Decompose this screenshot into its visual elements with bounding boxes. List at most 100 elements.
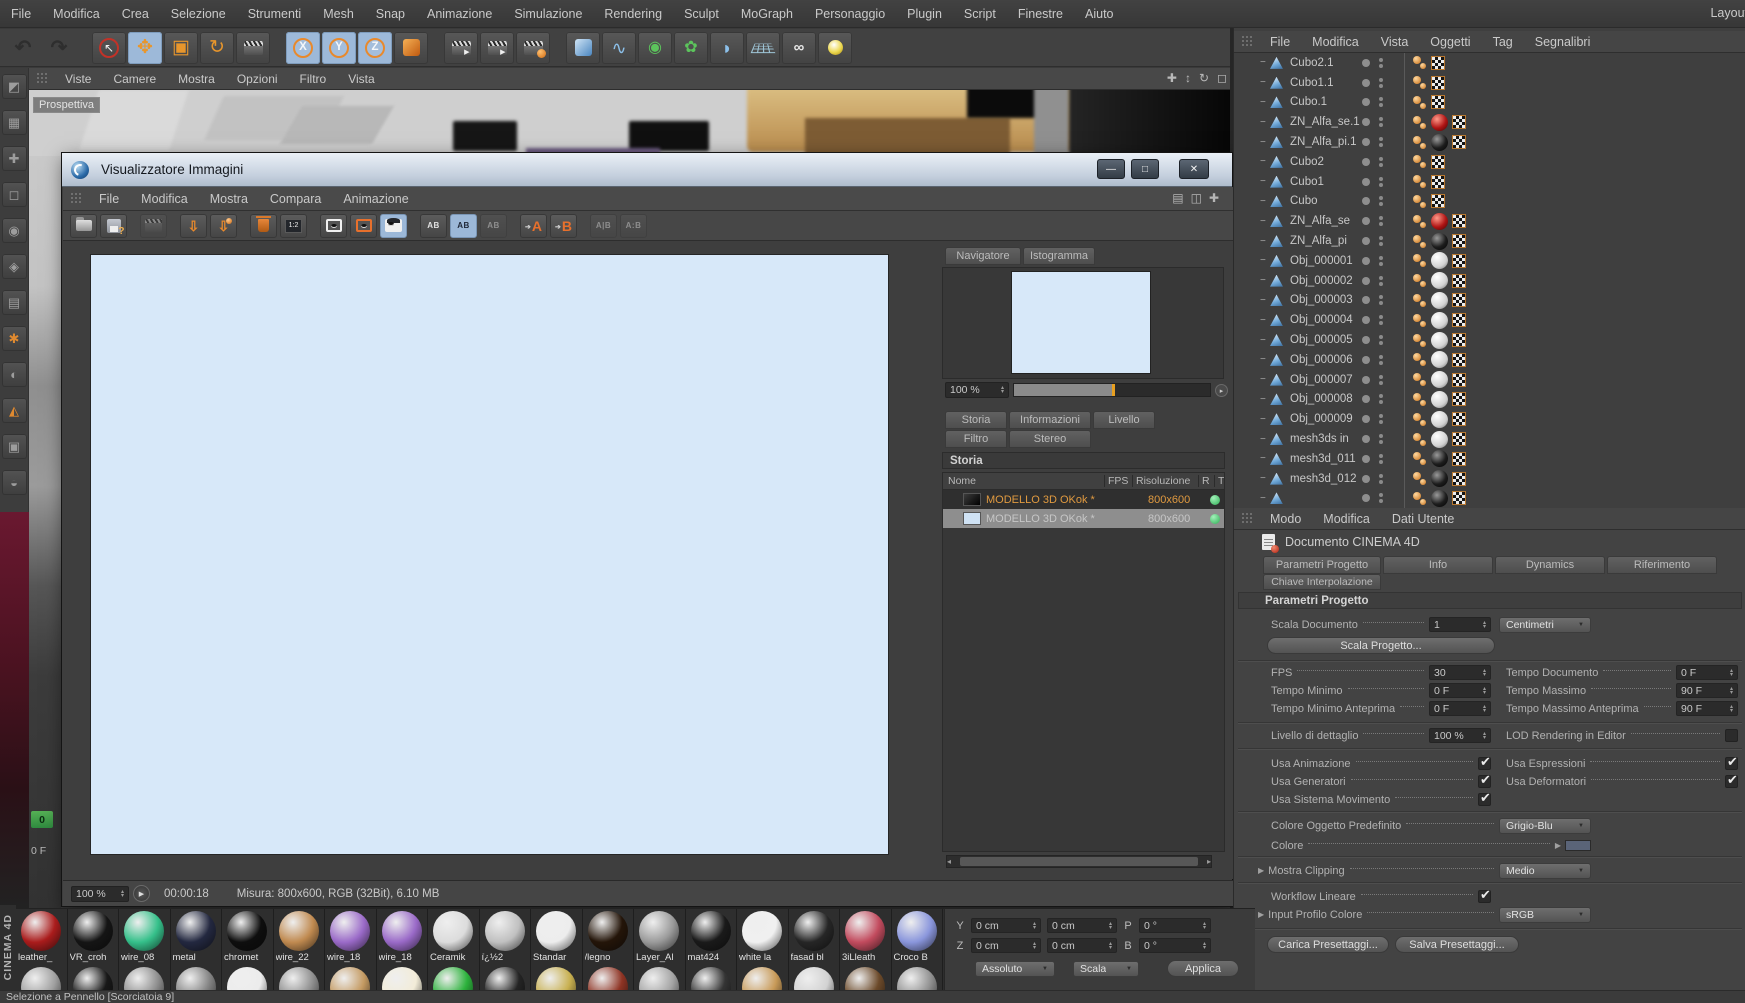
visibility-dots[interactable] <box>1362 434 1402 444</box>
material-tag-icon[interactable] <box>1431 291 1448 309</box>
expand-icon[interactable]: − <box>1260 434 1270 445</box>
expand-icon[interactable]: − <box>1260 473 1270 484</box>
phong-tag-icon[interactable] <box>1413 471 1427 486</box>
visibility-dots[interactable] <box>1362 355 1402 365</box>
material-tag-icon[interactable] <box>1431 470 1448 488</box>
expand-icon[interactable]: − <box>1260 493 1270 504</box>
link-ab-icon[interactable]: A:B <box>620 213 647 238</box>
menu-item[interactable]: Snap <box>365 7 416 21</box>
material-tag-icon[interactable] <box>1431 410 1448 428</box>
applica-button[interactable]: Applica <box>1167 960 1239 977</box>
play-button[interactable] <box>133 885 150 902</box>
history-row[interactable]: MODELLO 3D OKok * 800x600 <box>943 490 1224 509</box>
object-row[interactable]: − Obj_000007 <box>1234 369 1745 390</box>
uvw-tag-icon[interactable] <box>1452 392 1466 407</box>
menu-item[interactable]: MoGraph <box>730 7 804 21</box>
set-image-b-icon[interactable]: B <box>550 213 577 238</box>
object-row[interactable]: − Obj_000008 <box>1234 389 1745 410</box>
subdivision-surface-icon[interactable]: ◉ <box>638 31 672 64</box>
expand-icon[interactable]: − <box>1260 315 1270 326</box>
visibility-dots[interactable] <box>1362 295 1402 305</box>
material-swatch[interactable] <box>737 965 789 990</box>
phong-tag-icon[interactable] <box>1413 135 1427 150</box>
history-scrollbar[interactable]: ◂ ▸ <box>946 855 1212 868</box>
scale-mode-dropdown[interactable]: Scala <box>1073 960 1139 977</box>
material-swatch[interactable]: chromet <box>222 909 274 965</box>
delete-image-icon[interactable] <box>250 213 277 238</box>
show-image-b-icon[interactable] <box>350 213 377 238</box>
menu-item[interactable]: Finestre <box>1007 7 1074 21</box>
material-tag-icon[interactable] <box>1431 311 1448 329</box>
panel-tool-icon[interactable]: ▣ <box>1 434 27 459</box>
material-tag-icon[interactable] <box>1431 450 1448 468</box>
visibility-dots[interactable] <box>1362 58 1402 68</box>
phong-tag-icon[interactable] <box>1413 451 1427 466</box>
uvw-tag-icon[interactable] <box>1452 333 1466 348</box>
disclosure-icon[interactable]: ▶ <box>1258 866 1264 875</box>
material-swatch[interactable]: 3iLleath <box>840 909 892 965</box>
material-swatch[interactable] <box>16 965 68 990</box>
pos-z-field[interactable]: 0 cm <box>971 938 1041 953</box>
tab-riferimento[interactable]: Riferimento <box>1607 556 1717 574</box>
uvw-tag-icon[interactable] <box>1431 154 1445 169</box>
split-layout-icon[interactable]: ◫ <box>1191 191 1202 205</box>
expand-icon[interactable]: − <box>1260 453 1270 464</box>
material-swatch[interactable] <box>892 965 943 990</box>
usa-animazione-checkbox[interactable] <box>1478 754 1491 770</box>
expand-icon[interactable]: − <box>1260 414 1270 425</box>
visibility-dots[interactable] <box>1362 196 1402 206</box>
visibility-dots[interactable] <box>1362 335 1402 345</box>
viewport-menu-item[interactable]: Mostra <box>167 72 226 86</box>
uvw-tag-icon[interactable] <box>1452 214 1466 229</box>
image-zoom-field[interactable]: 100 % <box>71 885 129 902</box>
expand-icon[interactable]: − <box>1260 394 1270 405</box>
object-row[interactable]: − Cubo2.1 <box>1234 53 1745 73</box>
expand-icon[interactable]: − <box>1260 335 1270 346</box>
uvw-tag-icon[interactable] <box>1452 115 1466 130</box>
object-row[interactable]: − Cubo1 <box>1234 171 1745 192</box>
object-manager-menu-item[interactable]: Oggetti <box>1419 35 1481 49</box>
object-row[interactable]: − Cubo.1 <box>1234 92 1745 113</box>
material-swatch[interactable]: Layer_Al <box>634 909 686 965</box>
material-swatch[interactable]: VR_croh <box>68 909 119 965</box>
pan-tool-icon[interactable]: ✚ <box>1 146 27 171</box>
show-image-ab-icon[interactable] <box>380 213 407 238</box>
mograph-icon[interactable]: ✿ <box>674 31 708 64</box>
navigator-zoom-slider[interactable] <box>1013 383 1211 397</box>
material-tag-icon[interactable] <box>1431 272 1448 290</box>
colore-oggetto-dropdown[interactable]: Grigio-Blu <box>1499 817 1591 834</box>
tab-info[interactable]: Info <box>1383 556 1493 574</box>
compare-overlay-icon[interactable]: AB <box>480 213 507 238</box>
phong-tag-icon[interactable] <box>1413 293 1427 308</box>
menu-item[interactable]: Selezione <box>160 7 237 21</box>
tab-livello[interactable]: Livello <box>1093 411 1155 429</box>
menu-item[interactable]: Plugin <box>896 7 953 21</box>
phong-tag-icon[interactable] <box>1413 333 1427 348</box>
move-tool-icon[interactable]: ✥ <box>128 31 162 64</box>
shade-tool-icon[interactable]: ◐ <box>1 362 27 387</box>
uvw-tag-icon[interactable] <box>1452 253 1466 268</box>
color-swatch[interactable] <box>1565 840 1591 851</box>
viewport-menu-item[interactable]: Vista <box>337 72 385 86</box>
scale-tool-icon[interactable]: ▣ <box>164 31 198 64</box>
material-swatch[interactable] <box>68 965 119 990</box>
material-swatch[interactable]: Ceramik <box>428 909 480 965</box>
uvw-tag-icon[interactable] <box>1452 352 1466 367</box>
tab-storia[interactable]: Storia <box>945 411 1007 429</box>
lock-y-axis-icon[interactable]: Y <box>322 31 356 64</box>
rotate-view-icon[interactable]: ↻ <box>1199 71 1209 85</box>
viewport-render-scene[interactable] <box>29 90 1255 156</box>
material-swatch[interactable]: mat424 <box>686 909 737 965</box>
menu-item[interactable]: Animazione <box>416 7 503 21</box>
dual-image-icon[interactable]: 1:2 <box>280 213 307 238</box>
attribute-menu-item[interactable]: Modifica <box>1312 512 1381 526</box>
object-row[interactable]: − Cubo <box>1234 191 1745 212</box>
object-row[interactable]: − ZN_Alfa_pi <box>1234 231 1745 251</box>
object-manager-menu-item[interactable]: Modifica <box>1301 35 1370 49</box>
redo-icon[interactable]: ↷ <box>42 32 76 64</box>
uvw-tag-icon[interactable] <box>1431 194 1445 209</box>
sphere-tool-icon[interactable]: ◉ <box>1 218 27 243</box>
menu-item[interactable]: Strumenti <box>237 7 313 21</box>
scale-y-field[interactable]: 0 cm <box>1047 918 1117 933</box>
picture-viewer-menu-item[interactable]: File <box>88 192 130 206</box>
